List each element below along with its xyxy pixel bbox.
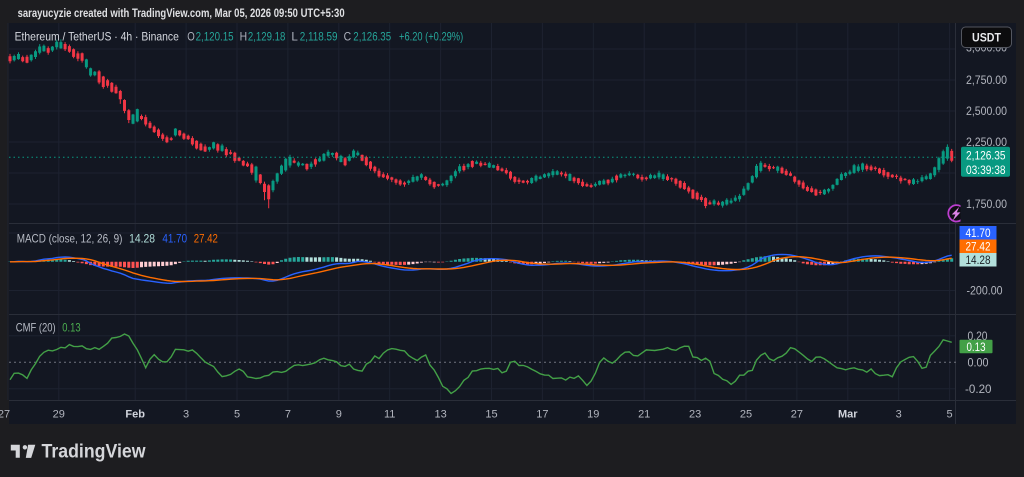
svg-text:3: 3 [183, 409, 189, 421]
svg-text:27.42: 27.42 [194, 231, 218, 245]
svg-text:11: 11 [384, 409, 395, 421]
svg-text:2,750.00: 2,750.00 [966, 73, 1007, 87]
svg-text:TradingView: TradingView [42, 440, 147, 462]
svg-text:+6.20 (+0.29%): +6.20 (+0.29%) [399, 29, 463, 43]
svg-text:03:39:38: 03:39:38 [966, 163, 1006, 177]
svg-text:29: 29 [53, 409, 65, 421]
svg-text:Mar: Mar [838, 409, 858, 421]
svg-text:25: 25 [740, 409, 752, 421]
svg-text:15: 15 [485, 409, 497, 421]
svg-text:14.28: 14.28 [966, 253, 991, 267]
svg-text:21: 21 [638, 409, 650, 421]
svg-text:17: 17 [536, 409, 548, 421]
svg-text:2,120.15: 2,120.15 [196, 29, 234, 43]
svg-text:13: 13 [434, 409, 446, 421]
svg-text:Feb: Feb [125, 409, 145, 421]
svg-text:sarayucyzie created with Tradi: sarayucyzie created with TradingView.com… [18, 6, 345, 20]
svg-text:3: 3 [896, 409, 902, 421]
svg-text:19: 19 [587, 409, 599, 421]
svg-text:USDT: USDT [972, 31, 1002, 45]
svg-text:H: H [240, 29, 248, 43]
svg-text:Ethereum / TetherUS · 4h · Bin: Ethereum / TetherUS · 4h · Binance [15, 29, 180, 43]
svg-text:27: 27 [0, 409, 10, 421]
svg-text:2,118.59: 2,118.59 [300, 29, 338, 43]
svg-text:MACD (close, 12, 26, 9): MACD (close, 12, 26, 9) [17, 231, 123, 245]
svg-text:0.13: 0.13 [967, 340, 986, 354]
svg-text:2,500.00: 2,500.00 [966, 104, 1007, 118]
svg-text:27: 27 [791, 409, 803, 421]
svg-text:0.00: 0.00 [968, 356, 989, 370]
svg-text:27.42: 27.42 [966, 240, 991, 254]
svg-text:-200.00: -200.00 [967, 284, 1003, 298]
svg-text:41.70: 41.70 [966, 226, 991, 240]
svg-text:7: 7 [285, 409, 291, 421]
svg-text:L: L [291, 29, 298, 43]
svg-text:41.70: 41.70 [162, 231, 187, 245]
svg-text:5: 5 [234, 409, 240, 421]
svg-text:14.28: 14.28 [129, 231, 155, 245]
svg-text:CMF (20): CMF (20) [16, 320, 56, 334]
svg-text:9: 9 [336, 409, 342, 421]
svg-text:C: C [344, 29, 352, 43]
svg-text:23: 23 [689, 409, 701, 421]
svg-text:2,126.35: 2,126.35 [966, 148, 1006, 162]
svg-text:O: O [187, 29, 195, 43]
svg-text:2,129.18: 2,129.18 [248, 29, 286, 43]
svg-text:2,126.35: 2,126.35 [353, 29, 391, 43]
svg-text:5: 5 [947, 409, 953, 421]
svg-text:-0.20: -0.20 [965, 382, 992, 396]
svg-text:0.13: 0.13 [62, 320, 81, 334]
svg-text:1,750.00: 1,750.00 [966, 197, 1007, 211]
